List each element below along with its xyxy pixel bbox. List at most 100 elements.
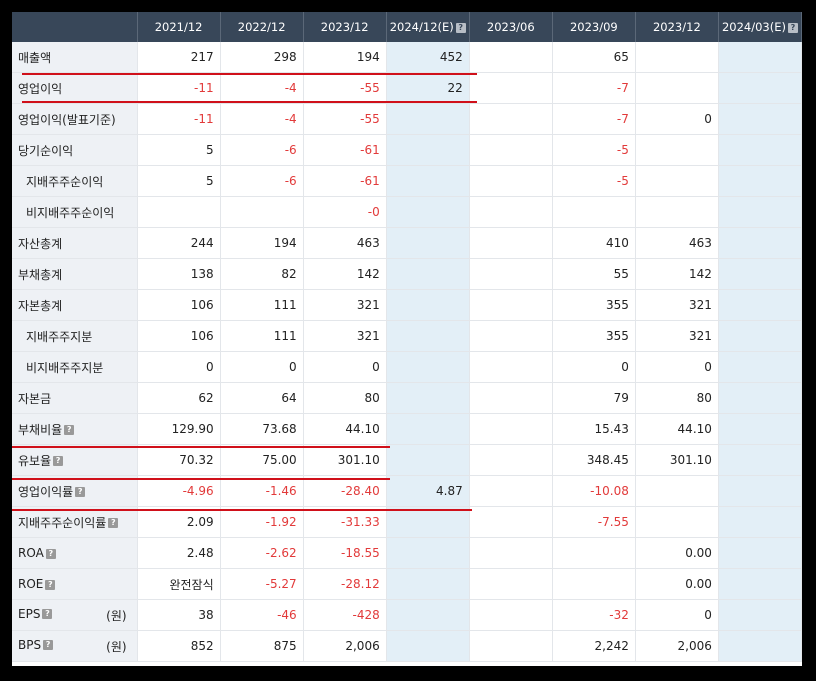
question-mark-icon[interactable]: ? — [75, 487, 86, 497]
row-label: 영업이익률 — [18, 484, 74, 499]
value-cell — [718, 568, 802, 600]
question-mark-icon[interactable]: ? — [108, 518, 119, 528]
value-cell — [718, 537, 802, 569]
value-cell — [718, 630, 802, 662]
column-header-label: 2022/12 — [237, 20, 286, 34]
row-label-cell: 영업이익(발표기준) — [12, 103, 138, 135]
value-cell: -5 — [552, 165, 636, 197]
value-cell: -11 — [137, 72, 221, 104]
table-row: 비지배주주순이익 -0 — [12, 196, 802, 228]
value-cell: -28.40 — [303, 475, 387, 507]
value-cell: -10.08 — [552, 475, 636, 507]
value-cell — [718, 165, 802, 197]
value-cell: 5 — [137, 134, 221, 166]
value-cell: 244 — [137, 227, 221, 259]
question-mark-icon[interactable]: ? — [45, 579, 56, 590]
value-cell: 38 — [137, 599, 221, 631]
value-cell: 2,006 — [635, 630, 719, 662]
value-cell: -11 — [137, 103, 221, 135]
row-label: 비지배주주순이익 — [26, 205, 115, 220]
column-header-2: 2023/12 — [303, 12, 387, 42]
value-cell — [469, 630, 553, 662]
value-cell: 321 — [303, 289, 387, 321]
table-row: 유보율? 70.32 75.00 301.10 348.45 301.10 — [12, 444, 802, 476]
value-cell — [386, 165, 470, 197]
value-cell: 0 — [220, 351, 304, 383]
value-cell — [718, 320, 802, 352]
row-label: 자산총계 — [18, 236, 63, 251]
value-cell: 80 — [303, 382, 387, 414]
highlight-line-operating-profit — [22, 101, 477, 103]
table-row: 지배주주지분 106 111 321 355 321 — [12, 320, 802, 352]
value-cell: -32 — [552, 599, 636, 631]
table-body: 매출액 217 298 194 452 65 영업이익 -11 -4 -55 22 -7 영업이익(발표… — [12, 42, 802, 662]
value-cell — [469, 134, 553, 166]
value-cell — [718, 599, 802, 631]
value-cell — [386, 103, 470, 135]
value-cell — [469, 475, 553, 507]
question-mark-icon[interactable]: ? — [45, 548, 56, 559]
table-row: 지배주주순이익 5 -6 -61 -5 — [12, 165, 802, 197]
value-cell: 301.10 — [303, 444, 387, 476]
question-mark-icon[interactable]: ? — [64, 425, 75, 435]
value-cell: -428 — [303, 599, 387, 631]
value-cell: -6 — [220, 134, 304, 166]
value-cell — [552, 568, 636, 600]
value-cell: 298 — [220, 42, 304, 73]
value-cell: -5.27 — [220, 568, 304, 600]
value-cell — [635, 165, 719, 197]
row-label: 비지배주주지분 — [26, 360, 104, 375]
column-header-1: 2022/12 — [220, 12, 304, 42]
value-cell — [469, 258, 553, 290]
question-mark-icon[interactable]: ? — [787, 22, 798, 33]
table-row: 지배주주순이익률? 2.09 -1.92 -31.33 -7.55 — [12, 506, 802, 538]
value-cell — [469, 568, 553, 600]
question-mark-icon[interactable]: ? — [455, 22, 466, 33]
value-cell: 5 — [137, 165, 221, 197]
table-row: 부채비율? 129.90 73.68 44.10 15.43 44.10 — [12, 413, 802, 445]
value-cell — [386, 320, 470, 352]
column-header-4: 2023/06 — [469, 12, 553, 42]
row-label: 지배주주지분 — [26, 329, 93, 344]
value-cell — [469, 72, 553, 104]
value-cell: -4 — [220, 103, 304, 135]
table-row: 자본금 62 64 80 79 80 — [12, 382, 802, 414]
value-cell: -5 — [552, 134, 636, 166]
table-row: BPS? (원) 852 875 2,006 2,242 2,006 — [12, 630, 802, 662]
value-cell — [386, 537, 470, 569]
highlight-line-revenue — [22, 73, 477, 75]
value-cell: 194 — [303, 42, 387, 73]
row-label-cell: 매출액 — [12, 42, 138, 73]
table-row: 영업이익 -11 -4 -55 22 -7 — [12, 72, 802, 104]
value-cell — [718, 413, 802, 445]
row-label-cell: ROA? — [12, 537, 138, 569]
row-label: 매출액 — [18, 50, 52, 65]
value-cell: 463 — [635, 227, 719, 259]
value-cell: 44.10 — [303, 413, 387, 445]
value-cell: 44.10 — [635, 413, 719, 445]
value-cell — [718, 289, 802, 321]
value-cell — [386, 196, 470, 228]
value-cell: 111 — [220, 289, 304, 321]
value-cell — [386, 258, 470, 290]
row-label: 유보율 — [18, 453, 52, 468]
value-cell — [469, 227, 553, 259]
value-cell: 0 — [635, 103, 719, 135]
row-label-cell: EPS? (원) — [12, 599, 138, 631]
column-header-label: 2023/12 — [652, 20, 701, 34]
value-cell: 73.68 — [220, 413, 304, 445]
question-mark-icon[interactable]: ? — [53, 456, 64, 466]
value-cell — [469, 196, 553, 228]
value-cell: -55 — [303, 72, 387, 104]
column-header-label: 2024/03(E) — [721, 20, 786, 34]
value-cell: 111 — [220, 320, 304, 352]
row-label: 부채비율 — [18, 422, 63, 437]
value-cell: 0 — [303, 351, 387, 383]
value-cell: 301.10 — [635, 444, 719, 476]
value-cell — [718, 258, 802, 290]
question-mark-icon[interactable]: ? — [43, 640, 54, 650]
column-header-3: 2024/12(E)? — [386, 12, 470, 42]
table-row: 매출액 217 298 194 452 65 — [12, 42, 802, 73]
question-mark-icon[interactable]: ? — [42, 609, 53, 619]
table-row: ROA? 2.48 -2.62 -18.55 0.00 — [12, 537, 802, 569]
